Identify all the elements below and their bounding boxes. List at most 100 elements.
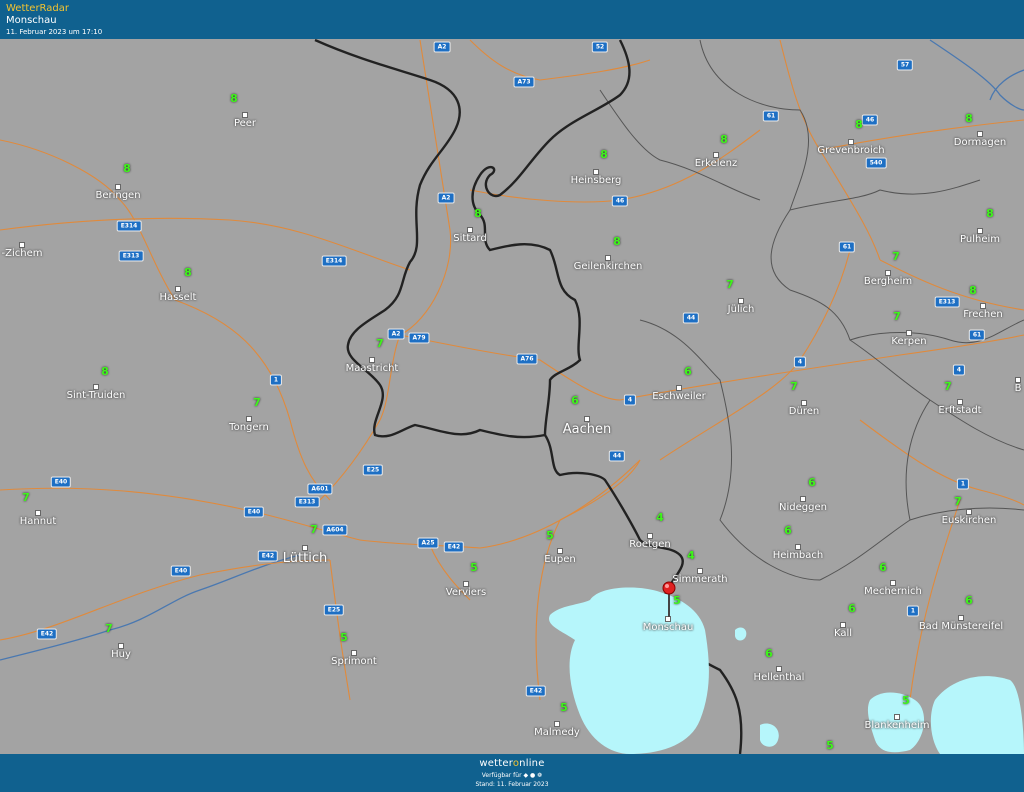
road-shield: E40 bbox=[243, 506, 265, 518]
city-label[interactable]: Monschau bbox=[643, 622, 694, 633]
header-bar: WetterRadar Monschau 11. Februar 2023 um… bbox=[0, 0, 1024, 39]
temperature-value: 6 bbox=[684, 365, 692, 378]
temperature-value: 6 bbox=[808, 476, 816, 489]
rivers bbox=[0, 39, 1024, 661]
road-shield: A73 bbox=[513, 76, 535, 88]
road-shield: E314 bbox=[116, 220, 142, 232]
city-label[interactable]: Bad Münstereifel bbox=[919, 621, 1003, 632]
road-shield: E40 bbox=[170, 565, 192, 577]
platform-icons: ◆ ● ❁ bbox=[523, 772, 543, 779]
city-label[interactable]: Blankenheim bbox=[864, 720, 929, 731]
city-label[interactable]: Hasselt bbox=[160, 292, 197, 303]
temperature-value: 5 bbox=[902, 694, 910, 707]
city-label[interactable]: Heinsberg bbox=[571, 175, 622, 186]
road-shield: 57 bbox=[896, 59, 914, 71]
temperature-value: 7 bbox=[892, 250, 900, 263]
roads bbox=[0, 39, 1024, 701]
city-label[interactable]: Frechen bbox=[963, 309, 1002, 320]
city-label[interactable]: Malmedy bbox=[534, 727, 580, 738]
temperature-value: 5 bbox=[470, 561, 478, 574]
temperature-value: 7 bbox=[310, 523, 318, 536]
temperature-value: 7 bbox=[790, 380, 798, 393]
location-pin-icon[interactable] bbox=[658, 579, 682, 619]
timestamp: 11. Februar 2023 um 17:10 bbox=[6, 28, 103, 36]
city-label[interactable]: Peer bbox=[234, 118, 256, 129]
city-label[interactable]: Kall bbox=[834, 628, 852, 639]
temperature-value: 4 bbox=[656, 511, 664, 524]
temperature-value: 8 bbox=[101, 365, 109, 378]
city-label[interactable]: Mechernich bbox=[864, 586, 922, 597]
road-shield: 4 bbox=[623, 394, 637, 406]
city-label[interactable]: Hannut bbox=[20, 516, 57, 527]
road-shield: 46 bbox=[611, 195, 629, 207]
city-label[interactable]: Euskirchen bbox=[942, 515, 997, 526]
road-shield: 4 bbox=[793, 356, 807, 368]
city-label[interactable]: Pulheim bbox=[960, 234, 1000, 245]
brand-title: WetterRadar bbox=[6, 3, 70, 14]
temperature-value: 7 bbox=[944, 380, 952, 393]
temperature-value: 7 bbox=[893, 310, 901, 323]
city-label[interactable]: Roetgen bbox=[629, 539, 671, 550]
road-shield: 61 bbox=[968, 329, 986, 341]
stand-date: Stand: 11. Februar 2023 bbox=[475, 781, 549, 788]
temperature-value: 7 bbox=[22, 491, 30, 504]
location-title: Monschau bbox=[6, 15, 57, 26]
temperature-value: 6 bbox=[848, 602, 856, 615]
footer-bar: wetteronline Verfügbar für ◆ ● ❁ Stand: … bbox=[0, 754, 1024, 792]
city-label[interactable]: Aachen bbox=[563, 422, 611, 437]
city-label[interactable]: Sprimont bbox=[331, 656, 377, 667]
temperature-value: 8 bbox=[613, 235, 621, 248]
city-label[interactable]: Bergheim bbox=[864, 276, 912, 287]
temperature-value: 8 bbox=[600, 148, 608, 161]
road-shield: 44 bbox=[608, 450, 626, 462]
temperature-value: 7 bbox=[105, 622, 113, 635]
wetteronline-logo[interactable]: wetteronline bbox=[0, 758, 1024, 769]
road-shield: 46 bbox=[861, 114, 879, 126]
city-label[interactable]: Jülich bbox=[728, 304, 755, 315]
temperature-value: 6 bbox=[571, 394, 579, 407]
city-label[interactable]: Beringen bbox=[95, 190, 140, 201]
temperature-value: 7 bbox=[954, 495, 962, 508]
radar-precipitation bbox=[549, 587, 1024, 754]
temperature-value: 8 bbox=[230, 92, 238, 105]
temperature-value: 5 bbox=[340, 631, 348, 644]
city-label[interactable]: Düren bbox=[789, 406, 819, 417]
temperature-value: 6 bbox=[965, 594, 973, 607]
temperature-value: 8 bbox=[474, 207, 482, 220]
city-label[interactable]: Sittard bbox=[453, 233, 486, 244]
city-label[interactable]: Erftstadt bbox=[938, 405, 981, 416]
road-shield: 61 bbox=[838, 241, 856, 253]
city-label[interactable]: Grevenbroich bbox=[817, 145, 884, 156]
city-label[interactable]: Sint-Truiden bbox=[67, 390, 126, 401]
city-label[interactable]: Erkelenz bbox=[695, 158, 738, 169]
city-label[interactable]: B bbox=[1015, 383, 1022, 394]
city-label[interactable]: Lüttich bbox=[283, 551, 327, 566]
city-label[interactable]: Verviers bbox=[446, 587, 487, 598]
road-shield: 1 bbox=[906, 605, 920, 617]
city-label[interactable]: Geilenkirchen bbox=[574, 261, 643, 272]
road-shield: E40 bbox=[50, 476, 72, 488]
city-label[interactable]: Eschweiler bbox=[652, 391, 706, 402]
temperature-value: 6 bbox=[879, 561, 887, 574]
city-label[interactable]: Eupen bbox=[544, 554, 576, 565]
temperature-value: 7 bbox=[253, 396, 261, 409]
road-shield: E42 bbox=[443, 541, 465, 553]
temperature-value: 8 bbox=[855, 118, 863, 131]
city-label[interactable]: Nideggen bbox=[779, 502, 827, 513]
city-label[interactable]: Tongern bbox=[229, 422, 269, 433]
city-label[interactable]: Hellenthal bbox=[754, 672, 805, 683]
road-shield: E42 bbox=[525, 685, 547, 697]
temperature-value: 8 bbox=[986, 207, 994, 220]
road-shield: 4 bbox=[952, 364, 966, 376]
city-label[interactable]: Huy bbox=[111, 649, 131, 660]
city-label[interactable]: -Zichem bbox=[2, 248, 43, 259]
road-shield: A76 bbox=[516, 353, 538, 365]
radar-map[interactable]: A2 52 A73 61 46 57 540 A2 E314 E313 E314 46 61 A2 A79 A… bbox=[0, 39, 1024, 754]
city-label[interactable]: Kerpen bbox=[891, 336, 926, 347]
city-label[interactable]: Dormagen bbox=[954, 137, 1006, 148]
road-shield: 44 bbox=[682, 312, 700, 324]
city-label[interactable]: Heimbach bbox=[773, 550, 824, 561]
city-label[interactable]: Maastricht bbox=[346, 363, 399, 374]
road-shield: E42 bbox=[257, 550, 279, 562]
temperature-value: 8 bbox=[965, 112, 973, 125]
